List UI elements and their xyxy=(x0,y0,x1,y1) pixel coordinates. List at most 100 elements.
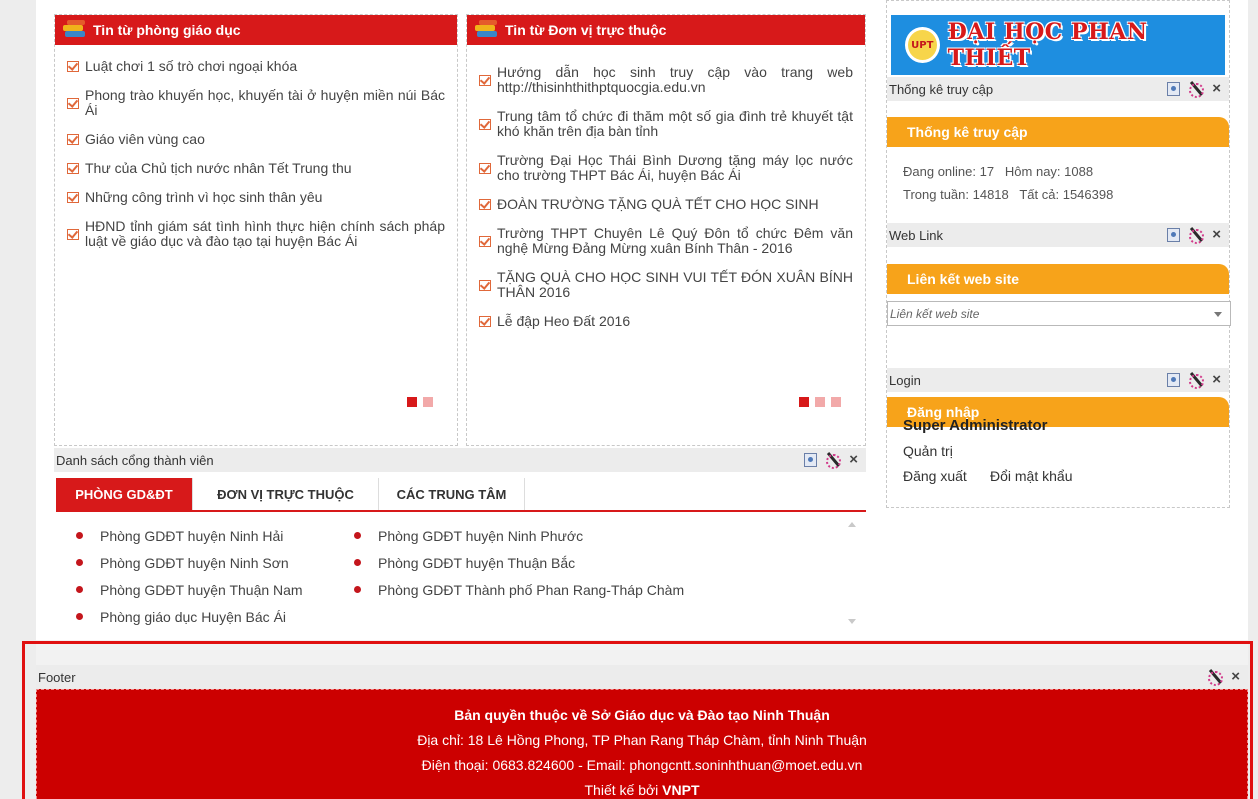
news-item-link[interactable]: Hướng dẫn học sinh truy cập vào trang we… xyxy=(497,65,853,95)
news-item[interactable]: TẶNG QUÀ CHO HỌC SINH VUI TẾT ĐÓN XUÂN B… xyxy=(479,270,853,300)
design-tool-icon[interactable] xyxy=(1188,372,1205,389)
member-link[interactable]: Phòng GDĐT huyện Thuận Bắc xyxy=(378,555,575,571)
news-item[interactable]: Giáo viên vùng cao xyxy=(67,132,445,147)
close-icon[interactable]: × xyxy=(1212,372,1221,387)
member-link[interactable]: Phòng GDĐT huyện Ninh Sơn xyxy=(100,555,289,571)
list-item[interactable]: Phòng GDĐT huyện Ninh Sơn xyxy=(76,549,303,576)
scroll-down-arrow-icon[interactable] xyxy=(848,619,856,624)
news-item[interactable]: Hướng dẫn học sinh truy cập vào trang we… xyxy=(479,65,853,95)
stats-titlebar: Thống kê truy cập × xyxy=(887,77,1229,101)
checkbox-bullet-icon xyxy=(479,235,491,247)
weblink-select-value: Liên kết web site xyxy=(890,306,980,321)
list-item[interactable]: Phòng giáo dục Huyện Bác Ái xyxy=(76,603,303,630)
close-icon[interactable]: × xyxy=(849,452,858,467)
logo-text: ĐẠI HỌC PHAN THIẾT xyxy=(947,19,1148,71)
pager-dot[interactable] xyxy=(831,397,841,407)
module-tools: × xyxy=(1167,227,1221,244)
news-item[interactable]: Phong trào khuyến học, khuyến tài ở huyệ… xyxy=(67,88,445,118)
login-titlebar: Login × xyxy=(887,368,1229,392)
unit-news-module: Tin từ Đơn vị trực thuộc Hướng dẫn học s… xyxy=(466,14,866,446)
weblink-bar-title: Web Link xyxy=(889,227,943,243)
members-tabs: PHÒNG GD&ĐT ĐƠN VỊ TRỰC THUỘC CÁC TRUNG … xyxy=(56,478,866,512)
pager-dot[interactable] xyxy=(815,397,825,407)
member-link[interactable]: Phòng GDĐT huyện Ninh Phước xyxy=(378,528,583,544)
news-item-link[interactable]: TẶNG QUÀ CHO HỌC SINH VUI TẾT ĐÓN XUÂN B… xyxy=(497,270,853,300)
weblink-select[interactable]: Liên kết web site xyxy=(887,301,1231,326)
news-item-link[interactable]: Giáo viên vùng cao xyxy=(85,132,205,147)
design-tool-icon[interactable] xyxy=(825,452,842,469)
news-item-link[interactable]: Phong trào khuyến học, khuyến tài ở huyệ… xyxy=(85,88,445,118)
tab-phong-gddt[interactable]: PHÒNG GD&ĐT xyxy=(56,478,193,510)
checkbox-bullet-icon xyxy=(67,97,79,109)
members-scrollbar[interactable] xyxy=(844,516,860,630)
news-item[interactable]: Trung tâm tổ chức đi thăm một số gia đìn… xyxy=(479,109,853,139)
module-tools: × xyxy=(1207,669,1240,686)
footer-design-brand[interactable]: VNPT xyxy=(662,782,699,798)
design-tool-icon[interactable] xyxy=(1188,81,1205,98)
close-icon[interactable]: × xyxy=(1231,669,1240,684)
pager-dot[interactable] xyxy=(423,397,433,407)
pager-dot[interactable] xyxy=(407,397,417,407)
news-item[interactable]: Trường Đại Học Thái Bình Dương tặng máy … xyxy=(479,153,853,183)
close-icon[interactable]: × xyxy=(1212,227,1221,242)
news-item[interactable]: ĐOÀN TRƯỜNG TẶNG QUÀ TẾT CHO HỌC SINH xyxy=(479,197,853,212)
weblink-titlebar: Web Link × xyxy=(887,223,1229,247)
news-item[interactable]: Lễ đập Heo Đất 2016 xyxy=(479,314,853,329)
news-item[interactable]: Những công trình vì học sinh thân yêu xyxy=(67,190,445,205)
member-link[interactable]: Phòng GDĐT huyện Thuận Nam xyxy=(100,582,303,598)
university-logo-banner[interactable]: UPT ĐẠI HỌC PHAN THIẾT xyxy=(891,15,1225,75)
edit-document-icon[interactable] xyxy=(1167,373,1181,387)
member-link[interactable]: Phòng GDĐT Thành phố Phan Rang-Tháp Chàm xyxy=(378,582,684,598)
admin-link[interactable]: Quản trị xyxy=(903,443,953,459)
news-item[interactable]: HĐND tỉnh giám sát tình hình thực hiện c… xyxy=(67,219,445,249)
design-tool-icon[interactable] xyxy=(1188,227,1205,244)
footer-address: Địa chỉ: 18 Lê Hồng Phong, TP Phan Rang … xyxy=(417,732,867,748)
list-item[interactable]: Phòng GDĐT Thành phố Phan Rang-Tháp Chàm xyxy=(354,576,684,603)
member-link[interactable]: Phòng GDĐT huyện Ninh Hải xyxy=(100,528,283,544)
scroll-up-arrow-icon[interactable] xyxy=(848,522,856,527)
news-item-link[interactable]: HĐND tỉnh giám sát tình hình thực hiện c… xyxy=(85,219,445,249)
members-list-area: Phòng GDĐT huyện Ninh Hải Phòng GDĐT huy… xyxy=(56,514,866,632)
logout-link[interactable]: Đăng xuất xyxy=(903,468,967,484)
edit-document-icon[interactable] xyxy=(1167,82,1181,96)
list-item[interactable]: Phòng GDĐT huyện Thuận Nam xyxy=(76,576,303,603)
footer-titlebar: Footer × xyxy=(36,665,1248,689)
news-item[interactable]: Thư của Chủ tịch nước nhân Tết Trung thu xyxy=(67,161,445,176)
tab-don-vi-truc-thuoc[interactable]: ĐƠN VỊ TRỰC THUỘC xyxy=(193,478,379,510)
members-titlebar: Danh sách cổng thành viên × xyxy=(54,448,866,472)
tab-cac-trung-tam[interactable]: CÁC TRUNG TÂM xyxy=(379,478,525,510)
checkbox-bullet-icon xyxy=(67,228,79,240)
news-item[interactable]: Luật chơi 1 số trò chơi ngoại khóa xyxy=(67,59,445,74)
design-tool-icon[interactable] xyxy=(1207,669,1224,686)
list-item[interactable]: Phòng GDĐT huyện Ninh Hải xyxy=(76,522,303,549)
edit-document-icon[interactable] xyxy=(804,453,818,467)
change-password-link[interactable]: Đổi mật khẩu xyxy=(990,468,1072,484)
close-icon[interactable]: × xyxy=(1212,81,1221,96)
members-bar-title: Danh sách cổng thành viên xyxy=(56,452,214,468)
module-tools: × xyxy=(1167,81,1221,98)
news-item-link[interactable]: Thư của Chủ tịch nước nhân Tết Trung thu xyxy=(85,161,352,176)
edit-document-icon[interactable] xyxy=(1167,228,1181,242)
news-item-link[interactable]: Lễ đập Heo Đất 2016 xyxy=(497,314,630,329)
member-link[interactable]: Phòng giáo dục Huyện Bác Ái xyxy=(100,609,286,625)
footer-design-credit: Thiết kế bởi VNPT xyxy=(37,782,1247,798)
unit-news-pager xyxy=(799,397,841,407)
news-item-link[interactable]: Luật chơi 1 số trò chơi ngoại khóa xyxy=(85,59,297,74)
logged-in-user: Super Administrator xyxy=(903,417,1048,434)
list-item[interactable]: Phòng GDĐT huyện Thuận Bắc xyxy=(354,549,684,576)
news-item-link[interactable]: Trường Đại Học Thái Bình Dương tặng máy … xyxy=(497,153,853,183)
news-item-link[interactable]: Trung tâm tổ chức đi thăm một số gia đìn… xyxy=(497,109,853,139)
pager-dot[interactable] xyxy=(799,397,809,407)
news-item-link[interactable]: ĐOÀN TRƯỜNG TẶNG QUÀ TẾT CHO HỌC SINH xyxy=(497,197,819,212)
list-item[interactable]: Phòng GDĐT huyện Ninh Phước xyxy=(354,522,684,549)
news-item-link[interactable]: Những công trình vì học sinh thân yêu xyxy=(85,190,322,205)
checkbox-bullet-icon xyxy=(479,74,491,86)
edu-news-header: Tin từ phòng giáo dục xyxy=(55,15,457,45)
edu-news-pager xyxy=(407,397,433,407)
unit-news-title: Tin từ Đơn vị trực thuộc xyxy=(505,22,667,38)
logo-badge: UPT xyxy=(905,27,940,63)
checkbox-bullet-icon xyxy=(479,199,491,210)
news-item-link[interactable]: Trường THPT Chuyên Lê Quý Đôn tổ chức Đê… xyxy=(497,226,853,256)
checkbox-bullet-icon xyxy=(479,316,491,327)
news-item[interactable]: Trường THPT Chuyên Lê Quý Đôn tổ chức Đê… xyxy=(479,226,853,256)
